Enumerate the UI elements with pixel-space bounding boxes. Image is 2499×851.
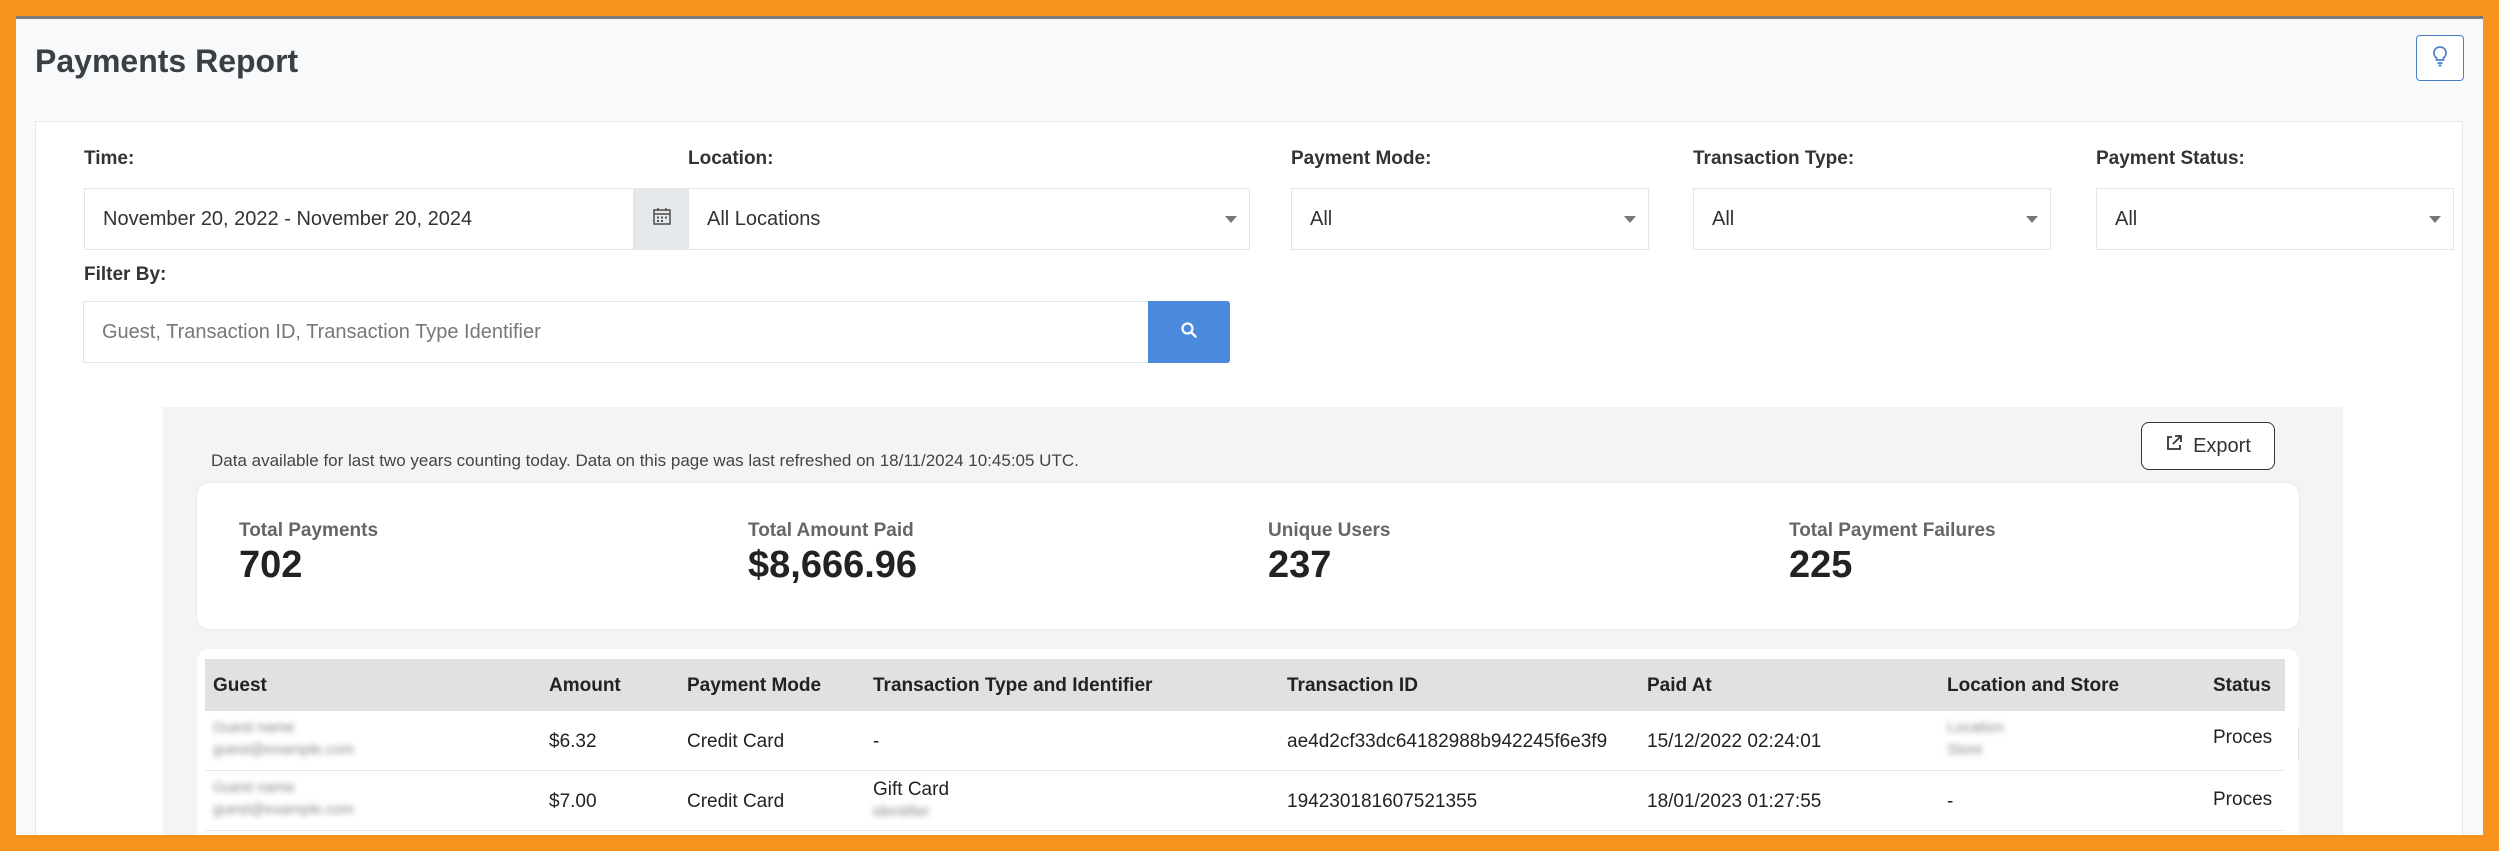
column-header-transaction-type[interactable]: Transaction Type and Identifier — [873, 675, 1152, 697]
time-label: Time: — [84, 148, 135, 169]
horizontal-scrollbar[interactable] — [2298, 729, 2299, 759]
chevron-down-icon — [1225, 215, 1237, 223]
transaction-type-select[interactable]: All — [1693, 188, 2051, 250]
calendar-button[interactable] — [633, 189, 689, 249]
store: Store — [1947, 741, 1983, 758]
export-button[interactable]: Export — [2141, 422, 2275, 470]
stat-value: 702 — [239, 544, 303, 586]
payment-mode-label: Payment Mode: — [1291, 148, 1432, 169]
stat-total-amount-paid: Total Amount Paid $8,666.96 — [748, 520, 917, 587]
stat-value: $8,666.96 — [748, 544, 918, 586]
guest-email: guest@example.com — [213, 741, 355, 758]
column-header-status[interactable]: Status — [2213, 675, 2271, 697]
report-section: Data available for last two years counti… — [163, 407, 2343, 835]
transaction-type-value: All — [1712, 207, 1735, 230]
payment-status-select[interactable]: All — [2096, 188, 2454, 250]
filter-by-label: Filter By: — [84, 264, 167, 285]
location: Location — [1947, 719, 2004, 736]
chevron-down-icon — [2026, 215, 2038, 223]
column-header-paid-at[interactable]: Paid At — [1647, 675, 1712, 697]
search-button[interactable] — [1148, 301, 1230, 363]
transaction-id: 194230181607521355 — [1287, 791, 1478, 812]
chevron-down-icon — [2429, 215, 2441, 223]
payment-mode-value: All — [1310, 207, 1333, 230]
payments-table: Guest Amount Payment Mode Transaction Ty… — [197, 649, 2299, 835]
payment-status-value: All — [2115, 207, 2138, 230]
table-row[interactable]: Guest name guest@example.com $7.00 Credi… — [205, 771, 2285, 831]
stat-label: Unique Users — [1268, 520, 1391, 541]
location: - — [1947, 791, 1954, 812]
guest-email: guest@example.com — [213, 801, 355, 818]
page-title: Payments Report — [35, 43, 299, 79]
stat-label: Total Amount Paid — [748, 520, 914, 541]
app-frame: Payments Report Time: November 20, 2022 … — [16, 16, 2483, 835]
stat-value: 237 — [1268, 544, 1332, 586]
external-link-icon — [2165, 434, 2183, 458]
payment-mode: Credit Card — [687, 731, 785, 752]
column-header-transaction-id[interactable]: Transaction ID — [1287, 675, 1418, 697]
amount: $6.32 — [549, 731, 597, 752]
paid-at: 18/01/2023 01:27:55 — [1647, 791, 1822, 812]
column-header-payment-mode[interactable]: Payment Mode — [687, 675, 821, 697]
stat-total-payment-failures: Total Payment Failures 225 — [1789, 520, 1996, 587]
guest-name: Guest name — [213, 779, 295, 796]
payment-mode-select[interactable]: All — [1291, 188, 1649, 250]
table-row[interactable]: Guest name guest@example.com $6.32 Credi… — [205, 711, 2285, 771]
data-notice: Data available for last two years counti… — [211, 451, 1079, 470]
payment-status-label: Payment Status: — [2096, 148, 2245, 169]
stat-total-payments: Total Payments 702 — [239, 520, 378, 587]
export-label: Export — [2193, 434, 2251, 457]
location-value: All Locations — [707, 207, 821, 230]
transaction-type: - — [873, 731, 880, 752]
chevron-down-icon — [1624, 215, 1636, 223]
lightbulb-icon — [2431, 45, 2449, 72]
transaction-id: ae4d2cf33dc64182988b942245f6e3f9 — [1287, 731, 1608, 752]
transaction-type: Gift Card — [873, 779, 950, 800]
stat-label: Total Payment Failures — [1789, 520, 1996, 541]
date-range-value: November 20, 2022 - November 20, 2024 — [103, 207, 473, 230]
guest-name: Guest name — [213, 719, 295, 736]
transaction-identifier: identifier — [873, 803, 930, 820]
stats-card: Total Payments 702 Total Amount Paid $8,… — [197, 483, 2299, 629]
paid-at: 15/12/2022 02:24:01 — [1647, 731, 1822, 752]
transaction-type-label: Transaction Type: — [1693, 148, 1855, 169]
table-header: Guest Amount Payment Mode Transaction Ty… — [205, 659, 2285, 711]
status: Proces — [2213, 789, 2273, 810]
stat-value: 225 — [1789, 544, 1853, 586]
stat-unique-users: Unique Users 237 — [1268, 520, 1390, 587]
search-input[interactable] — [83, 301, 1167, 363]
location-label: Location: — [688, 148, 774, 169]
column-header-location[interactable]: Location and Store — [1947, 675, 2119, 697]
calendar-icon — [652, 206, 672, 232]
amount: $7.00 — [549, 791, 597, 812]
column-header-amount[interactable]: Amount — [549, 675, 621, 697]
date-range-picker[interactable]: November 20, 2022 - November 20, 2024 — [84, 188, 690, 250]
hint-button[interactable] — [2416, 35, 2464, 81]
stat-label: Total Payments — [239, 520, 379, 541]
location-select[interactable]: All Locations — [688, 188, 1250, 250]
column-header-guest[interactable]: Guest — [213, 675, 267, 697]
search-icon — [1180, 321, 1198, 344]
payment-mode: Credit Card — [687, 791, 785, 812]
status: Proces — [2213, 727, 2273, 748]
